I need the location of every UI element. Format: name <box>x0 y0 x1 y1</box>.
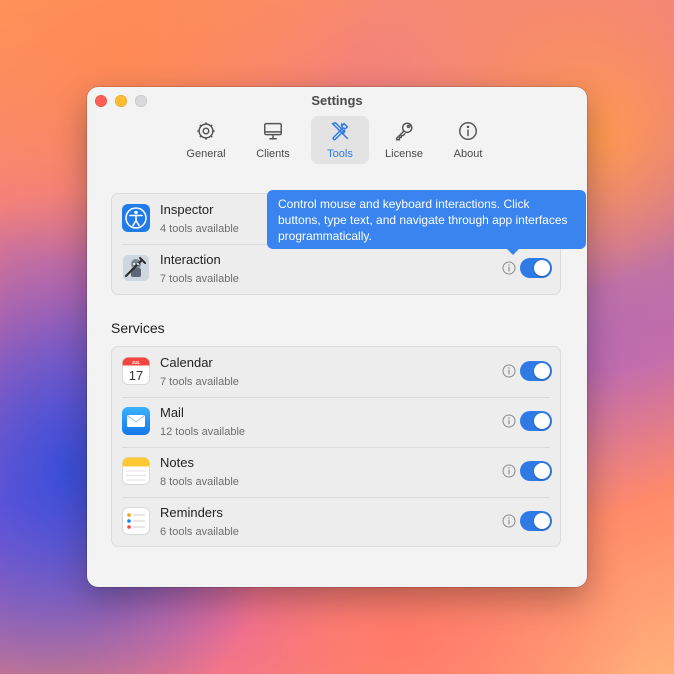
calendar-icon-month: JUL <box>132 360 141 365</box>
toggle-knob <box>534 413 550 429</box>
tool-title-inspector: Inspector <box>160 202 214 217</box>
interaction-toggle[interactable] <box>520 258 552 278</box>
automator-robot-icon <box>123 255 149 281</box>
services-group: JUL 17 Calendar 7 tools available Mail 1… <box>111 346 561 547</box>
accessibility-inspector-icon <box>122 204 150 232</box>
service-row-mail: Mail 12 tools available <box>112 397 560 447</box>
interaction-info-tooltip: Control mouse and keyboard interactions.… <box>267 190 586 255</box>
services-heading: Services <box>111 320 165 336</box>
tab-license-label: License <box>385 148 423 160</box>
service-title-reminders: Reminders <box>160 505 223 520</box>
info-button-icon[interactable] <box>502 464 516 478</box>
tab-clients-label: Clients <box>256 148 290 160</box>
info-button-icon[interactable] <box>502 364 516 378</box>
service-title-calendar: Calendar <box>160 355 213 370</box>
service-count-reminders: 6 tools available <box>160 526 239 538</box>
tab-clients[interactable]: Clients <box>241 116 305 164</box>
calendar-icon: JUL 17 <box>122 357 150 385</box>
toggle-knob <box>534 260 550 276</box>
tab-tools-label: Tools <box>327 148 353 160</box>
calendar-icon-day: 17 <box>129 368 143 383</box>
service-row-notes: Notes 8 tools available <box>112 447 560 497</box>
service-title-notes: Notes <box>160 455 194 470</box>
key-icon <box>395 122 413 141</box>
service-row-calendar: JUL 17 Calendar 7 tools available <box>112 347 560 397</box>
tab-general-label: General <box>186 148 226 160</box>
mail-icon <box>122 407 150 435</box>
notes-icon <box>122 457 150 485</box>
tab-tools[interactable]: Tools <box>311 116 369 164</box>
tool-title-interaction: Interaction <box>160 252 221 267</box>
tools-icon <box>331 121 349 141</box>
gear-icon <box>197 122 215 140</box>
tool-count-inspector: 4 tools available <box>160 223 239 235</box>
window-title: Settings <box>311 93 363 108</box>
info-button-icon[interactable] <box>502 261 516 275</box>
tab-about[interactable]: About <box>439 116 497 164</box>
monitor-icon <box>264 122 282 140</box>
notes-toggle[interactable] <box>520 461 552 481</box>
toggle-knob <box>534 463 550 479</box>
tool-row-interaction: Interaction 7 tools available <box>112 244 560 294</box>
calendar-toggle[interactable] <box>520 361 552 381</box>
toggle-knob <box>534 363 550 379</box>
info-button-icon[interactable] <box>502 414 516 428</box>
tab-general[interactable]: General <box>177 116 235 164</box>
service-count-mail: 12 tools available <box>160 426 246 438</box>
tab-about-label: About <box>453 148 483 160</box>
tab-license[interactable]: License <box>375 116 433 164</box>
service-count-calendar: 7 tools available <box>160 376 239 388</box>
info-circle-icon <box>459 122 477 140</box>
info-button-icon[interactable] <box>502 514 516 528</box>
reminders-icon <box>122 507 150 535</box>
service-row-reminders: Reminders 6 tools available <box>112 497 560 547</box>
service-count-notes: 8 tools available <box>160 476 239 488</box>
settings-window: Settings General Clients Tools License A… <box>87 87 587 587</box>
mail-toggle[interactable] <box>520 411 552 431</box>
tool-count-interaction: 7 tools available <box>160 273 239 285</box>
reminders-toggle[interactable] <box>520 511 552 531</box>
settings-toolbar: General Clients Tools License About <box>87 116 587 166</box>
toggle-knob <box>534 513 550 529</box>
service-title-mail: Mail <box>160 405 184 420</box>
